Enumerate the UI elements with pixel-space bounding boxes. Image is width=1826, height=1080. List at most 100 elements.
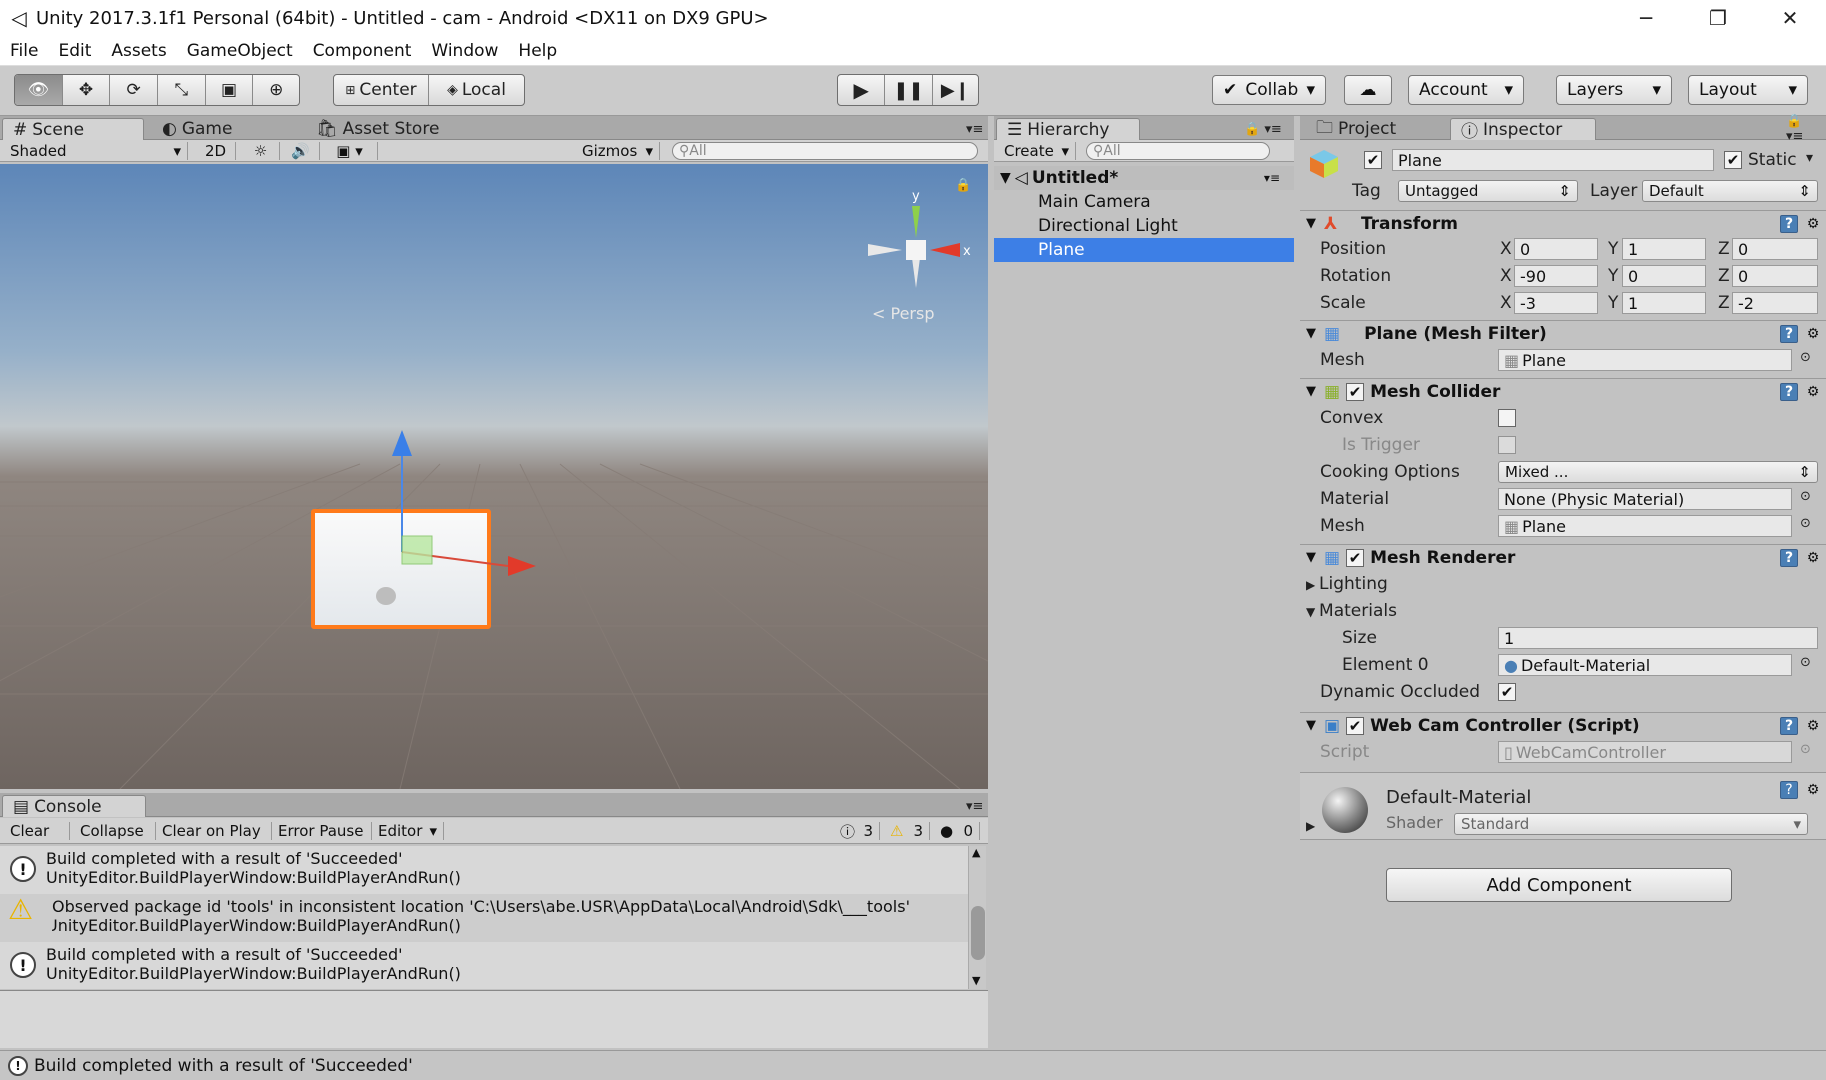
console-error-toggle[interactable]: ● 0 — [934, 822, 980, 840]
settings-gear-icon[interactable]: ⚙ — [1804, 549, 1822, 567]
tab-game[interactable]: ◐ Game — [152, 118, 242, 140]
hierarchy-create-dropdown[interactable]: Create ▾ — [998, 142, 1076, 160]
scale-tool-icon[interactable]: ⤡ — [158, 75, 206, 105]
physic-material-field[interactable]: None (Physic Material) — [1498, 488, 1792, 510]
inspector-lock-menu-icon[interactable]: 🔒 ▾≡ — [1776, 114, 1826, 144]
help-book-icon[interactable]: ? — [1780, 215, 1798, 233]
scale-y-input[interactable]: 1 — [1622, 292, 1706, 314]
tab-asset-store[interactable]: 🛍 Asset Store — [306, 118, 449, 140]
foldout-arrow-icon[interactable]: ▼ — [1306, 718, 1316, 733]
console-editor-dropdown[interactable]: Editor ▾ — [372, 822, 444, 840]
layout-dropdown[interactable]: Layout ▾ — [1688, 75, 1808, 105]
console-clear-button[interactable]: Clear — [4, 822, 70, 840]
console-warning-toggle[interactable]: ⚠ 3 — [884, 822, 930, 840]
menu-gameobject[interactable]: GameObject — [177, 41, 303, 61]
hierarchy-search-input[interactable]: ⚲ All — [1086, 142, 1270, 160]
console-entry[interactable]: ⚠ Observed package id 'tools' in inconsi… — [0, 894, 968, 942]
settings-gear-icon[interactable]: ⚙ — [1804, 717, 1822, 735]
convex-checkbox[interactable] — [1498, 409, 1516, 427]
scale-z-input[interactable]: -2 — [1732, 292, 1818, 314]
active-checkbox[interactable]: ✔ — [1364, 151, 1382, 169]
status-message[interactable]: Build completed with a result of 'Succee… — [34, 1056, 413, 1076]
hierarchy-scene-row[interactable]: ▼ ◁ Untitled* ▾≡ — [994, 166, 1294, 190]
panel-menu-icon[interactable]: ▾≡ — [956, 118, 993, 140]
materials-foldout[interactable]: ▼ Materials — [1306, 601, 1397, 621]
maximize-button[interactable]: ❐ — [1682, 0, 1754, 36]
object-picker-icon[interactable]: ⊙ — [1800, 655, 1811, 670]
collab-button[interactable]: ✔ Collab ▾ — [1212, 75, 1326, 105]
foldout-arrow-icon[interactable]: ▼ — [1306, 550, 1316, 565]
mesh-collider-enabled-checkbox[interactable]: ✔ — [1346, 382, 1365, 401]
console-entry[interactable]: ! Build completed with a result of 'Succ… — [0, 942, 968, 990]
lighting-sun-icon[interactable]: ☼ — [242, 142, 280, 160]
2d-toggle[interactable]: 2D — [196, 142, 236, 160]
move-tool-icon[interactable]: ✥ — [63, 75, 111, 105]
hierarchy-item-plane[interactable]: Plane — [994, 238, 1294, 262]
effects-image-icon[interactable]: ▣ ▾ — [322, 142, 378, 160]
transform-header[interactable]: ▼ ⅄ Transform ? ⚙ — [1300, 210, 1826, 236]
menu-edit[interactable]: Edit — [48, 41, 101, 61]
foldout-arrow-icon[interactable]: ▼ — [1306, 384, 1316, 399]
settings-gear-icon[interactable]: ⚙ — [1804, 781, 1822, 799]
hierarchy-lock-menu-icon[interactable]: 🔒 ▾≡ — [1234, 118, 1292, 140]
foldout-arrow-icon[interactable]: ▼ — [1306, 216, 1316, 231]
dynamic-occluded-checkbox[interactable]: ✔ — [1498, 683, 1516, 701]
orientation-gizmo[interactable]: y x — [860, 176, 980, 316]
console-collapse-button[interactable]: Collapse — [74, 822, 156, 840]
mesh-renderer-header[interactable]: ▼ ▦ ✔ Mesh Renderer ? ⚙ — [1300, 544, 1826, 570]
scroll-up-icon[interactable]: ▲ — [972, 846, 980, 859]
foldout-arrow-icon[interactable]: ▼ — [1306, 326, 1316, 341]
rotation-x-input[interactable]: -90 — [1514, 265, 1598, 287]
tab-inspector[interactable]: ⓘ Inspector — [1450, 118, 1596, 142]
help-book-icon[interactable]: ? — [1780, 325, 1798, 343]
tab-console[interactable]: ▤ Console — [2, 795, 146, 817]
cooking-options-dropdown[interactable]: Mixed ... ⇕ — [1498, 461, 1818, 483]
console-log-list[interactable]: ! Build completed with a result of 'Succ… — [0, 846, 968, 989]
script-enabled-checkbox[interactable]: ✔ — [1346, 716, 1365, 735]
audio-speaker-icon[interactable]: 🔊 — [282, 142, 320, 160]
transform-tool-icon[interactable]: ⊕ — [253, 75, 299, 105]
settings-gear-icon[interactable]: ⚙ — [1804, 383, 1822, 401]
shading-dropdown[interactable]: Shaded ▾ — [4, 142, 188, 160]
rotate-tool-icon[interactable]: ⟳ — [110, 75, 159, 105]
scene-menu-icon[interactable]: ▾≡ — [1264, 171, 1280, 185]
tab-scene[interactable]: # Scene — [2, 118, 144, 140]
lock-icon[interactable]: 🔒 — [955, 178, 971, 193]
expand-arrow-icon[interactable]: ▼ — [1000, 170, 1011, 186]
shader-dropdown[interactable]: Standard ▾ — [1454, 813, 1808, 835]
material-foldout-arrow-icon[interactable]: ▶ — [1306, 819, 1315, 833]
element-0-material-field[interactable]: ● Default-Material — [1498, 654, 1792, 676]
scene-viewport[interactable]: y x 🔒 < Persp — [0, 164, 988, 789]
help-book-icon[interactable]: ? — [1780, 781, 1798, 799]
script-component-header[interactable]: ▼ ▣ ✔ Web Cam Controller (Script) ? ⚙ — [1300, 712, 1826, 738]
mesh-renderer-enabled-checkbox[interactable]: ✔ — [1346, 548, 1365, 567]
settings-gear-icon[interactable]: ⚙ — [1804, 325, 1822, 343]
console-menu-icon[interactable]: ▾≡ — [956, 795, 993, 817]
tab-hierarchy[interactable]: ☰ Hierarchy — [996, 118, 1140, 140]
hierarchy-item-main-camera[interactable]: Main Camera — [994, 190, 1294, 214]
object-picker-icon[interactable]: ⊙ — [1800, 516, 1811, 531]
move-gizmo[interactable] — [0, 164, 988, 789]
static-dropdown-arrow-icon[interactable]: ▾ — [1806, 150, 1813, 166]
mesh-filter-header[interactable]: ▼ ▦ Plane (Mesh Filter) ? ⚙ — [1300, 320, 1826, 346]
console-clear-on-play-button[interactable]: Clear on Play — [156, 822, 272, 840]
console-scrollbar[interactable]: ▲ ▼ — [968, 846, 986, 989]
object-picker-icon[interactable]: ⊙ — [1800, 350, 1811, 365]
static-checkbox[interactable]: ✔ — [1724, 151, 1742, 169]
materials-size-input[interactable]: 1 — [1498, 627, 1818, 649]
scale-x-input[interactable]: -3 — [1514, 292, 1598, 314]
rotation-y-input[interactable]: 0 — [1622, 265, 1706, 287]
menu-window[interactable]: Window — [421, 41, 508, 61]
object-name-input[interactable]: Plane — [1392, 149, 1714, 171]
lighting-foldout[interactable]: ▶ Lighting — [1306, 574, 1388, 594]
layer-dropdown[interactable]: Default ⇕ — [1642, 180, 1818, 202]
console-info-toggle[interactable]: ⓘ 3 — [834, 822, 880, 841]
play-icon[interactable]: ▶ — [838, 75, 886, 105]
step-icon[interactable]: ▶❙ — [933, 75, 978, 105]
menu-help[interactable]: Help — [508, 41, 567, 61]
console-entry[interactable]: ! Build completed with a result of 'Succ… — [0, 846, 968, 894]
pivot-local-button[interactable]: ◈ Local — [429, 75, 524, 105]
object-picker-icon[interactable]: ⊙ — [1800, 489, 1811, 504]
account-dropdown[interactable]: Account ▾ — [1408, 75, 1524, 105]
mesh-filter-mesh-field[interactable]: ▦ Plane — [1498, 349, 1792, 371]
